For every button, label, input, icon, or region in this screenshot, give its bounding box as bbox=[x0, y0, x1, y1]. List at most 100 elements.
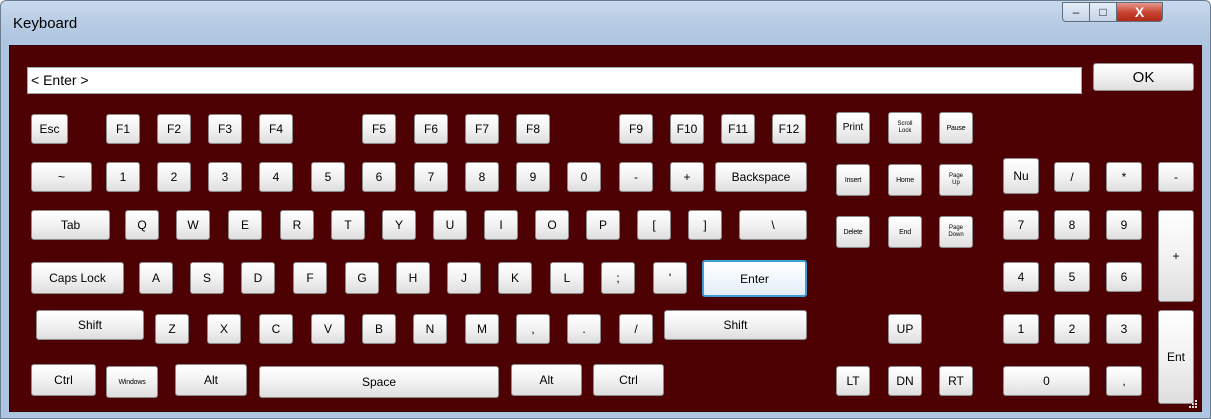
key-1[interactable]: 1 bbox=[106, 162, 140, 192]
key-slash[interactable]: / bbox=[619, 314, 653, 344]
key-num-subtract[interactable]: - bbox=[1158, 162, 1194, 192]
key-4[interactable]: 4 bbox=[259, 162, 293, 192]
key-b[interactable]: B bbox=[362, 314, 396, 344]
key-space[interactable]: Space bbox=[259, 366, 499, 398]
key-j[interactable]: J bbox=[447, 262, 481, 294]
key-m[interactable]: M bbox=[465, 314, 499, 344]
key-backspace[interactable]: Backspace bbox=[715, 162, 807, 192]
key-num-9[interactable]: 9 bbox=[1106, 210, 1142, 240]
key-v[interactable]: V bbox=[311, 314, 345, 344]
key-num-divide[interactable]: / bbox=[1054, 162, 1090, 192]
key-8[interactable]: 8 bbox=[465, 162, 499, 192]
key-0[interactable]: 0 bbox=[567, 162, 601, 192]
key-f7[interactable]: F7 bbox=[465, 114, 499, 144]
key-f8[interactable]: F8 bbox=[516, 114, 550, 144]
key-f1[interactable]: F1 bbox=[106, 114, 140, 144]
key-w[interactable]: W bbox=[176, 210, 210, 240]
key-x[interactable]: X bbox=[207, 314, 241, 344]
key-num-7[interactable]: 7 bbox=[1003, 210, 1039, 240]
key-n[interactable]: N bbox=[413, 314, 447, 344]
key-f[interactable]: F bbox=[293, 262, 327, 294]
key-3[interactable]: 3 bbox=[208, 162, 242, 192]
key-num-6[interactable]: 6 bbox=[1106, 262, 1142, 292]
key-f5[interactable]: F5 bbox=[362, 114, 396, 144]
key-period[interactable]: . bbox=[567, 314, 601, 344]
key-f12[interactable]: F12 bbox=[772, 114, 806, 144]
key-a[interactable]: A bbox=[139, 262, 173, 294]
key-right-shift[interactable]: Shift bbox=[664, 310, 807, 340]
key-minus[interactable]: - bbox=[619, 162, 653, 192]
resize-grip-icon[interactable] bbox=[1188, 399, 1198, 409]
key-num-5[interactable]: 5 bbox=[1054, 262, 1090, 292]
key-left-ctrl[interactable]: Ctrl bbox=[31, 364, 96, 396]
key-f4[interactable]: F4 bbox=[259, 114, 293, 144]
key-left-shift[interactable]: Shift bbox=[36, 310, 144, 340]
key-num-multiply[interactable]: * bbox=[1106, 162, 1142, 192]
key-num-3[interactable]: 3 bbox=[1106, 314, 1142, 344]
key-f9[interactable]: F9 bbox=[619, 114, 653, 144]
key-i[interactable]: I bbox=[484, 210, 518, 240]
key-windows[interactable]: Windows bbox=[106, 366, 158, 398]
key-6[interactable]: 6 bbox=[362, 162, 396, 192]
key-num-0[interactable]: 0 bbox=[1003, 366, 1090, 396]
key-t[interactable]: T bbox=[331, 210, 365, 240]
key-left-alt[interactable]: Alt bbox=[175, 364, 247, 396]
key-print[interactable]: Print bbox=[836, 112, 870, 144]
key-esc[interactable]: Esc bbox=[31, 114, 68, 144]
key-backslash[interactable]: \ bbox=[739, 210, 807, 240]
key-p[interactable]: P bbox=[586, 210, 620, 240]
key-q[interactable]: Q bbox=[125, 210, 159, 240]
key-d[interactable]: D bbox=[241, 262, 275, 294]
key-num-add[interactable]: + bbox=[1158, 210, 1194, 302]
key-semicolon[interactable]: ; bbox=[601, 262, 635, 294]
key-s[interactable]: S bbox=[190, 262, 224, 294]
key-insert[interactable]: Insert bbox=[836, 164, 870, 196]
key-down-arrow[interactable]: DN bbox=[888, 366, 922, 396]
key-7[interactable]: 7 bbox=[414, 162, 448, 192]
key-home[interactable]: Home bbox=[888, 164, 922, 196]
key-right-arrow[interactable]: RT bbox=[939, 366, 973, 396]
key-r[interactable]: R bbox=[280, 210, 314, 240]
key-caps-lock[interactable]: Caps Lock bbox=[31, 262, 124, 294]
key-5[interactable]: 5 bbox=[311, 162, 345, 192]
key-right-bracket[interactable]: ] bbox=[688, 210, 722, 240]
key-comma[interactable]: , bbox=[516, 314, 550, 344]
key-tab[interactable]: Tab bbox=[31, 210, 110, 240]
key-num-decimal[interactable]: , bbox=[1106, 366, 1142, 396]
key-num-8[interactable]: 8 bbox=[1054, 210, 1090, 240]
key-h[interactable]: H bbox=[396, 262, 430, 294]
key-tilde[interactable]: ~ bbox=[31, 162, 92, 192]
close-button[interactable]: X bbox=[1117, 2, 1163, 22]
key-l[interactable]: L bbox=[550, 262, 584, 294]
key-enter[interactable]: Enter bbox=[702, 260, 807, 297]
key-f10[interactable]: F10 bbox=[670, 114, 704, 144]
key-f6[interactable]: F6 bbox=[414, 114, 448, 144]
key-g[interactable]: G bbox=[345, 262, 379, 294]
input-display[interactable]: < Enter > bbox=[27, 67, 1082, 94]
maximize-button[interactable]: □ bbox=[1090, 2, 1117, 22]
key-pause[interactable]: Pause bbox=[939, 112, 973, 144]
key-num-1[interactable]: 1 bbox=[1003, 314, 1039, 344]
key-page-up[interactable]: Page Up bbox=[939, 164, 973, 196]
key-plus[interactable]: + bbox=[670, 162, 704, 192]
key-num-4[interactable]: 4 bbox=[1003, 262, 1039, 292]
key-end[interactable]: End bbox=[888, 216, 922, 248]
ok-button[interactable]: OK bbox=[1093, 63, 1194, 91]
key-u[interactable]: U bbox=[433, 210, 467, 240]
minimize-button[interactable]: – bbox=[1062, 2, 1090, 22]
key-num-enter[interactable]: Ent bbox=[1158, 310, 1194, 404]
key-left-bracket[interactable]: [ bbox=[637, 210, 671, 240]
key-page-down[interactable]: Page Down bbox=[939, 216, 973, 248]
key-y[interactable]: Y bbox=[382, 210, 416, 240]
key-right-alt[interactable]: Alt bbox=[511, 364, 582, 396]
key-f11[interactable]: F11 bbox=[721, 114, 755, 144]
key-right-ctrl[interactable]: Ctrl bbox=[593, 364, 664, 396]
key-c[interactable]: C bbox=[259, 314, 293, 344]
key-k[interactable]: K bbox=[498, 262, 532, 294]
key-left-arrow[interactable]: LT bbox=[836, 366, 870, 396]
key-z[interactable]: Z bbox=[155, 314, 189, 344]
key-e[interactable]: E bbox=[228, 210, 262, 240]
key-scroll-lock[interactable]: Scroll Lock bbox=[888, 112, 922, 144]
key-o[interactable]: O bbox=[535, 210, 569, 240]
key-2[interactable]: 2 bbox=[157, 162, 191, 192]
